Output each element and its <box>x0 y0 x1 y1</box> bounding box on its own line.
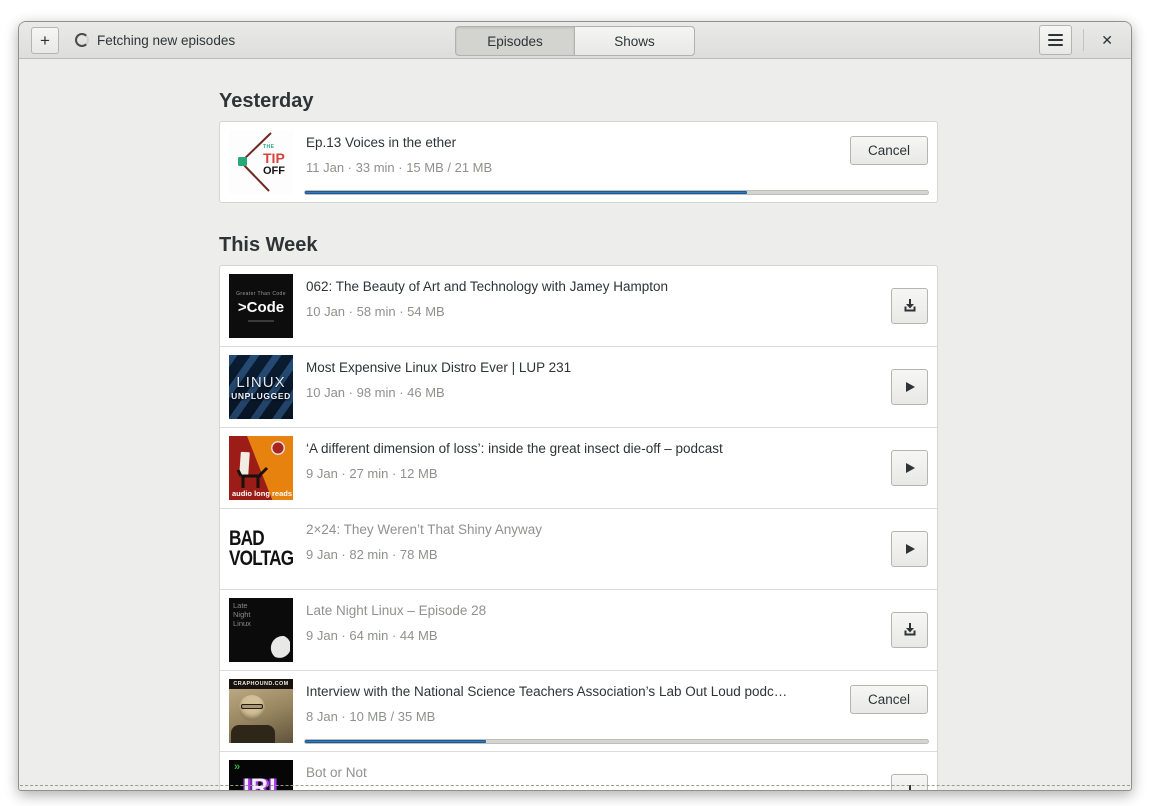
episodes-view: Yesterday THE TIP OFF Ep.13 Voices in the … <box>19 59 1131 790</box>
download-icon <box>904 623 915 636</box>
episode-section: This Week Greater Than Code >Code 062: Th… <box>219 234 938 790</box>
episode-action <box>891 612 928 648</box>
episode-row: THE TIP OFF Ep.13 Voices in the ether 11 J… <box>220 122 937 202</box>
tipoff-cover-art: THE TIP OFF <box>229 130 293 194</box>
gtc-cover-art: Greater Than Code >Code <box>229 274 293 338</box>
episode-row: Late Night Linux Late Night Linux – Episod… <box>220 589 937 670</box>
episode-action <box>891 450 928 486</box>
tab-shows[interactable]: Shows <box>575 26 695 56</box>
episode-row: CRAPHOUND.COM Interview with the Nationa… <box>220 670 937 751</box>
download-progressbar <box>304 739 929 744</box>
podcast-cover: audio long reads <box>229 436 293 500</box>
episode-meta: 10 Jan · 58 min · 54 MB <box>306 304 445 319</box>
spinner-icon <box>75 33 89 47</box>
episode-action: Cancel <box>849 136 928 165</box>
play-icon <box>905 463 915 473</box>
close-button[interactable]: ✕ <box>1095 28 1119 53</box>
episodes-column: Yesterday THE TIP OFF Ep.13 Voices in the … <box>219 90 938 790</box>
header-bar: + Fetching new episodes Episodes Shows ✕ <box>19 22 1131 59</box>
craphound-cover-art: CRAPHOUND.COM <box>229 679 293 743</box>
episode-action: Cancel <box>849 685 928 714</box>
episode-meta: 10 Jan · 98 min · 46 MB <box>306 385 445 400</box>
episode-title: Bot or Not <box>306 765 367 780</box>
episode-title: 2×24: They Weren’t That Shiny Anyway <box>306 522 543 537</box>
section-title: This Week <box>219 234 318 256</box>
bv-cover-art: BADVOLTAGE <box>229 517 293 581</box>
download-episode-button[interactable] <box>891 774 928 790</box>
episode-card: THE TIP OFF Ep.13 Voices in the ether 11 J… <box>219 121 938 203</box>
episode-title: ‘A different dimension of loss’: inside … <box>306 441 723 456</box>
app-window: + Fetching new episodes Episodes Shows ✕ … <box>18 21 1132 791</box>
header-separator <box>1083 29 1085 51</box>
episode-meta: 9 Jan · 82 min · 78 MB <box>306 547 438 562</box>
download-progressbar <box>304 190 929 195</box>
episode-row: LINUX UNPLUGGED Most Expensive Linux Dist… <box>220 346 937 427</box>
play-icon <box>905 382 915 392</box>
podcast-cover: LINUX UNPLUGGED <box>229 355 293 419</box>
download-episode-button[interactable] <box>891 288 928 324</box>
podcast-cover: Late Night Linux <box>229 598 293 662</box>
episode-action <box>891 531 928 567</box>
episode-meta: 9 Jan · 64 min · 44 MB <box>306 628 438 643</box>
progress-fill <box>305 740 486 743</box>
alr-cover-art: audio long reads <box>229 436 293 500</box>
tab-episodes[interactable]: Episodes <box>455 26 575 56</box>
episode-title: Late Night Linux – Episode 28 <box>306 603 487 618</box>
lnl-cover-art: Late Night Linux <box>229 598 293 662</box>
episode-meta: 8 Jan · 10 MB / 35 MB <box>306 709 436 724</box>
episode-row: audio long reads ‘A different dimension … <box>220 427 937 508</box>
episode-row: Greater Than Code >Code 062: The Beauty o… <box>220 266 937 346</box>
episode-action <box>891 369 928 405</box>
status-text: Fetching new episodes <box>97 32 236 48</box>
crescent-moon-icon <box>270 635 290 658</box>
hamburger-icon <box>1048 32 1064 48</box>
play-episode-button[interactable] <box>891 531 928 567</box>
play-episode-button[interactable] <box>891 369 928 405</box>
episode-title: Ep.13 Voices in the ether <box>306 135 457 150</box>
download-icon <box>904 299 915 312</box>
cancel-download-button[interactable]: Cancel <box>849 685 928 714</box>
podcast-cover: BADVOLTAGE <box>229 517 293 581</box>
episode-meta: 11 Jan · 33 min · 15 MB / 21 MB <box>306 160 493 175</box>
podcast-cover: Greater Than Code >Code <box>229 274 293 338</box>
header-right: ✕ <box>1039 25 1119 55</box>
section-title: Yesterday <box>219 90 314 112</box>
lup-cover-art: LINUX UNPLUGGED <box>229 355 293 419</box>
progress-fill <box>305 191 748 194</box>
menu-button[interactable] <box>1039 25 1073 55</box>
episode-section: Yesterday THE TIP OFF Ep.13 Voices in the … <box>219 90 938 203</box>
episode-meta: 9 Jan · 27 min · 12 MB <box>306 466 438 481</box>
episode-title: 062: The Beauty of Art and Technology wi… <box>306 279 668 294</box>
episode-title: Most Expensive Linux Distro Ever | LUP 2… <box>306 360 572 375</box>
episode-action <box>891 774 928 790</box>
podcast-cover: CRAPHOUND.COM <box>229 679 293 743</box>
play-episode-button[interactable] <box>891 450 928 486</box>
podcast-cover: THE TIP OFF <box>229 130 293 194</box>
view-switcher: Episodes Shows <box>455 26 695 56</box>
episode-title: Interview with the National Science Teac… <box>306 684 788 699</box>
episode-action <box>891 288 928 324</box>
add-podcast-button[interactable]: + <box>31 26 59 54</box>
download-episode-button[interactable] <box>891 612 928 648</box>
episode-row: BADVOLTAGE 2×24: They Weren’t That Shiny… <box>220 508 937 589</box>
cancel-download-button[interactable]: Cancel <box>849 136 928 165</box>
scroll-undershoot-indicator <box>20 785 1130 786</box>
play-icon <box>905 544 915 554</box>
episode-card: Greater Than Code >Code 062: The Beauty o… <box>219 265 938 790</box>
